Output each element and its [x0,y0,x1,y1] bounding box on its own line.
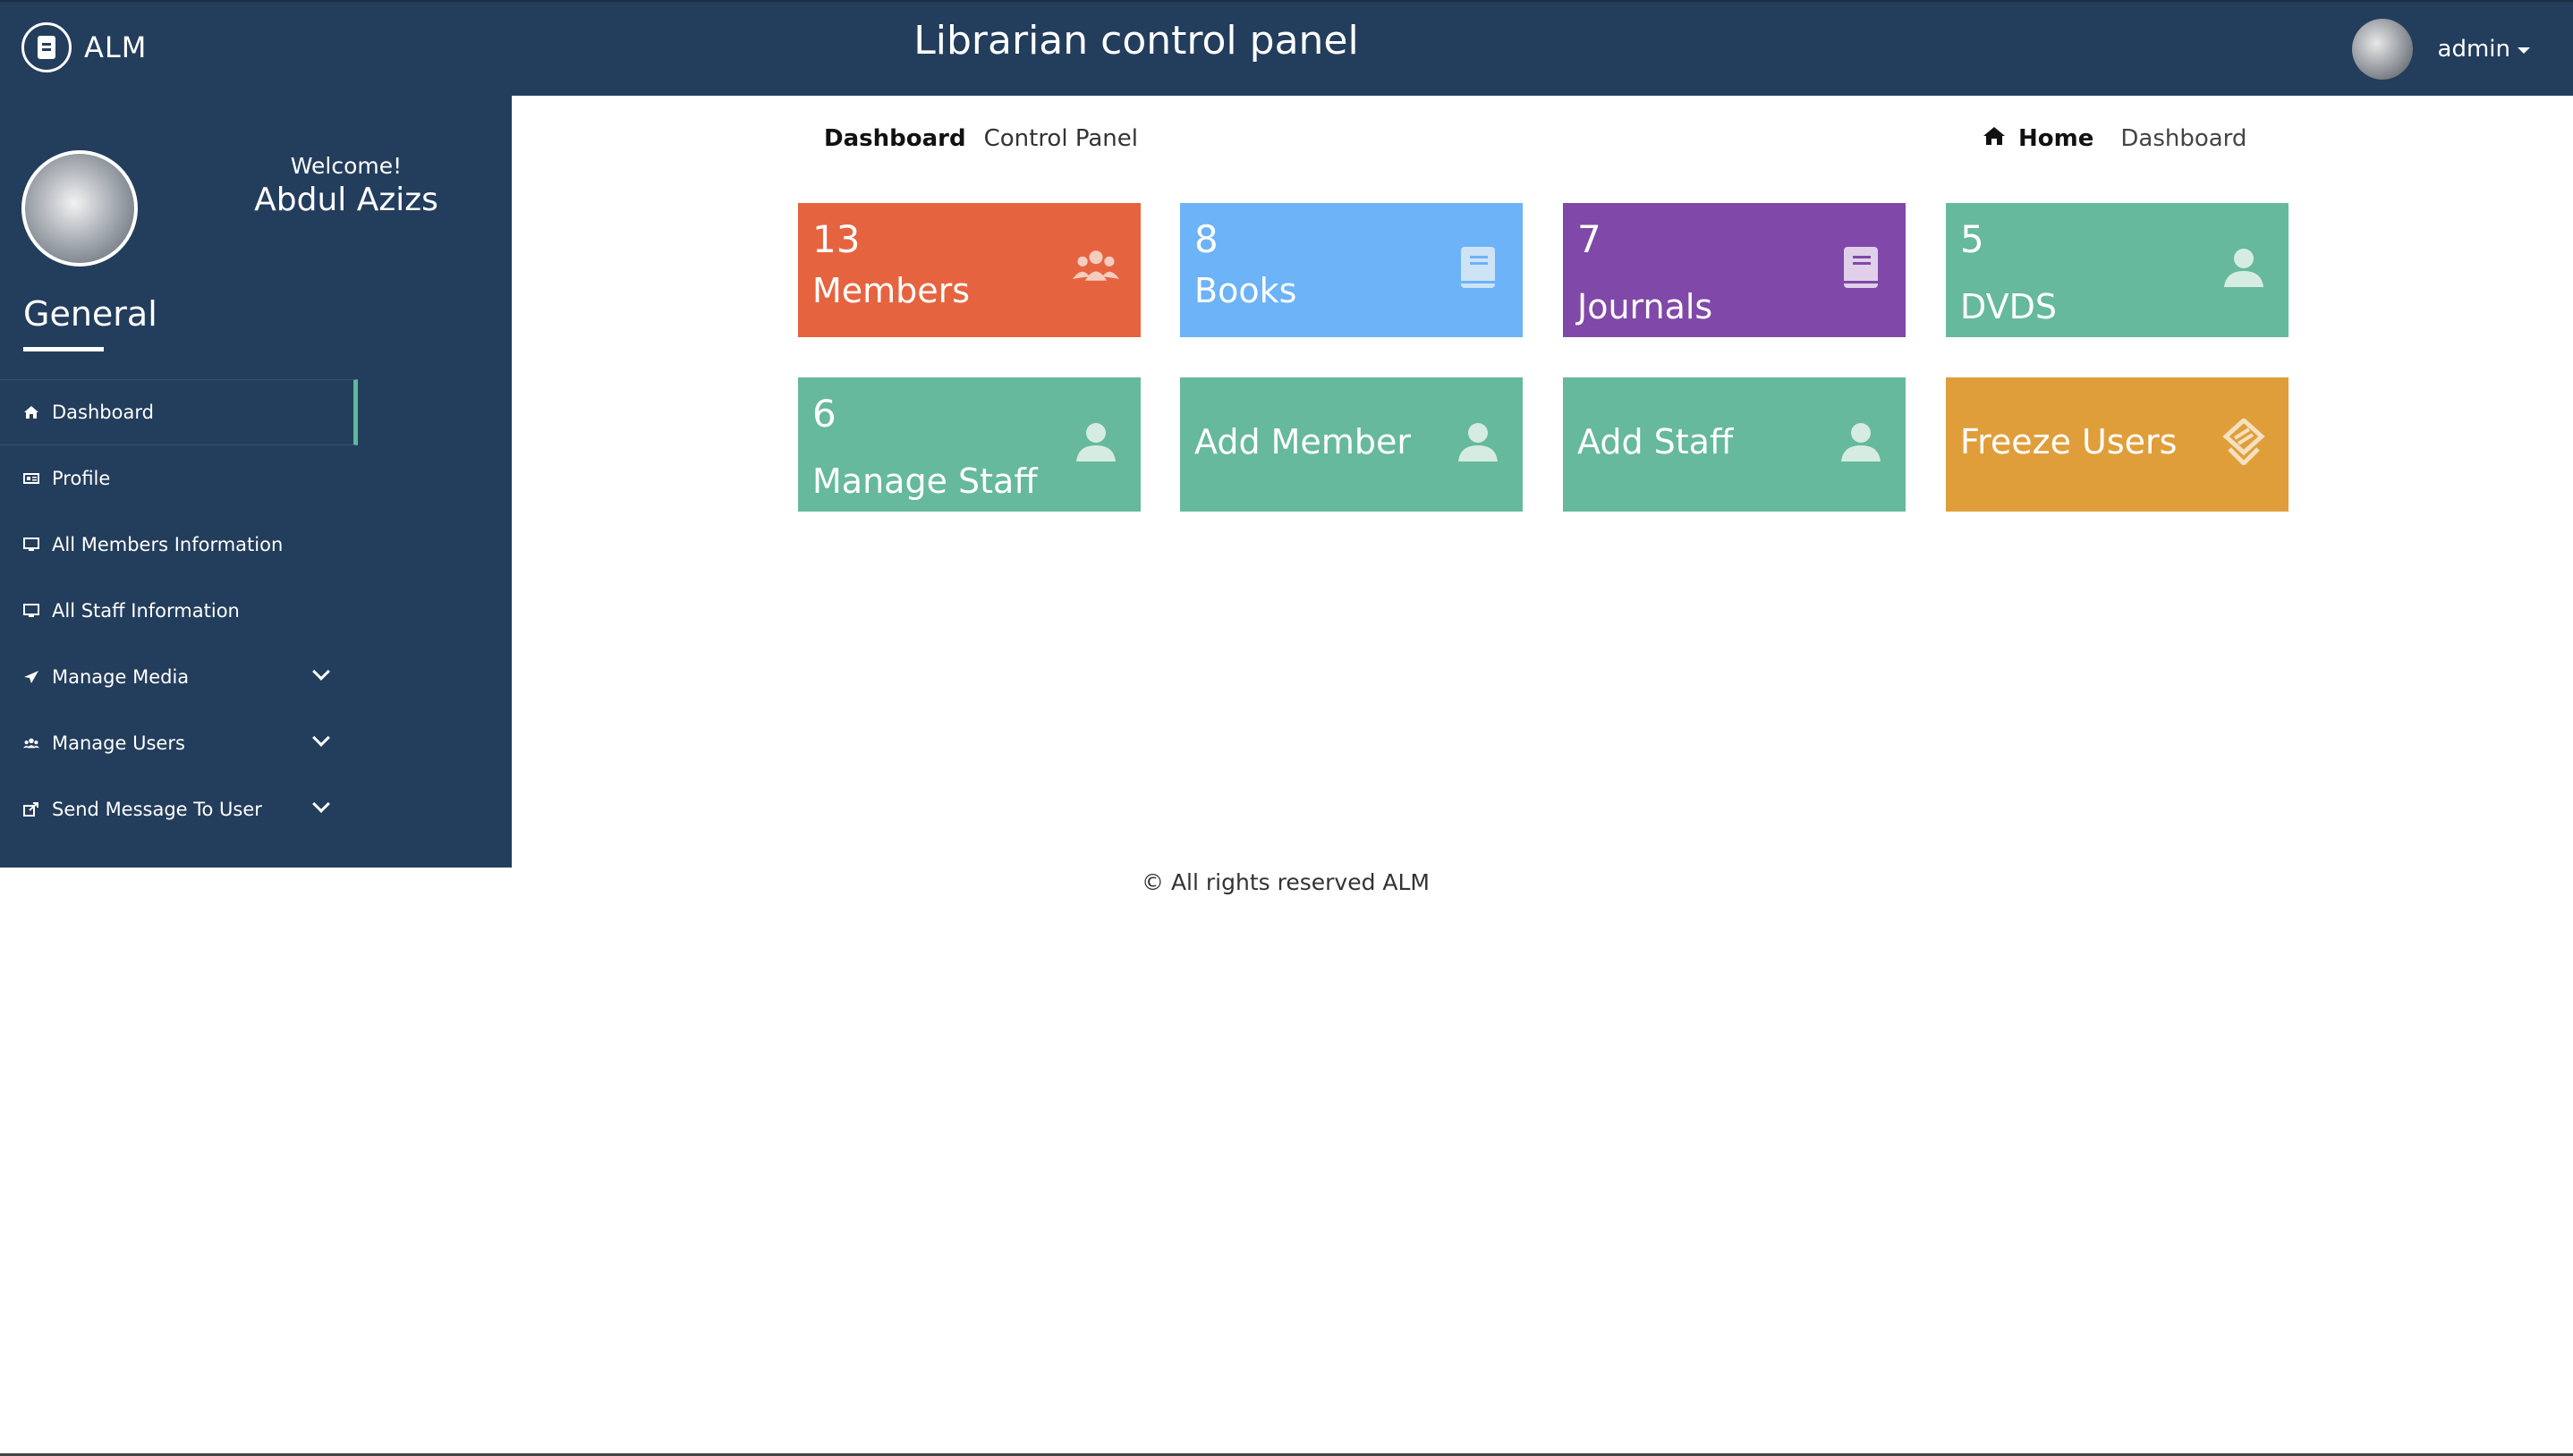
sidebar-item-label: All Members Information [52,534,284,555]
brand-name: ALM [84,30,148,64]
tile-add-member[interactable]: Add Member [1180,377,1523,512]
layers-icon [2219,417,2269,467]
tile-count: 8 [1194,217,1219,261]
tile-add-staff[interactable]: Add Staff [1563,377,1906,512]
sidebar-item-manage-media[interactable]: Manage Media [0,644,512,710]
user-icon [1836,417,1886,467]
chevron-down-icon[interactable] [312,795,330,813]
tile-members[interactable]: 13 Members [798,203,1141,337]
home-icon [1983,125,2006,152]
sidebar-menu: Dashboard Profile All Members Informatio… [0,379,512,842]
monitor-icon [23,604,39,617]
home-icon [23,406,39,419]
tile-label: DVDS [1960,287,2057,326]
tile-dvds[interactable]: 5 DVDS [1946,203,2289,337]
users-icon [23,737,39,749]
welcome-text: Welcome! [290,153,403,179]
users-group-icon [1071,241,1121,291]
user-icon [1071,417,1121,467]
user-icon [1453,417,1503,467]
tile-count: 13 [812,217,861,261]
breadcrumb-current: Dashboard [2120,125,2247,152]
book-icon [21,22,72,72]
profile-avatar [21,150,138,267]
sidebar-item-label: Manage Media [52,666,190,688]
sidebar-item-label: Profile [52,468,111,489]
chevron-down-icon[interactable] [312,663,330,681]
tile-label: Add Member [1194,422,1411,461]
tile-label: Books [1194,271,1297,310]
section-title: General [23,294,157,334]
tile-count: 7 [1577,217,1601,261]
avatar [2351,19,2413,80]
tile-label: Manage Staff [812,461,1038,501]
sidebar-item-label: All Staff Information [52,600,240,622]
user-name: admin [2437,36,2510,63]
tile-label: Members [812,271,971,310]
profile-name: Abdul Azizs [254,182,438,218]
top-navbar: ALM Librarian control panel admin [0,0,2573,96]
tile-label: Add Staff [1577,422,1734,461]
content-title: Dashboard [824,125,966,152]
content-subtitle: Control Panel [983,125,1138,152]
book-icon [1453,242,1503,292]
monitor-icon [23,538,39,551]
tile-journals[interactable]: 7 Journals [1563,203,1906,337]
content-header: Dashboard Control Panel [824,125,1138,152]
sidebar-item-all-staff[interactable]: All Staff Information [0,578,512,644]
tile-label: Journals [1577,287,1713,326]
sidebar-item-label: Manage Users [52,732,185,754]
caret-down-icon [2518,47,2530,54]
sidebar-item-manage-users[interactable]: Manage Users [0,710,512,776]
user-menu[interactable]: admin [2351,18,2530,80]
sidebar-item-all-members[interactable]: All Members Information [0,512,512,578]
share-icon [23,802,39,817]
sidebar-item-send-message[interactable]: Send Message To User [0,776,512,842]
tile-count: 5 [1960,217,1984,261]
breadcrumb-home-link[interactable]: Home [2018,125,2093,152]
section-underline [23,347,104,351]
sidebar: Welcome! Abdul Azizs General Dashboard P… [0,96,512,868]
chevron-down-icon[interactable] [312,729,330,747]
breadcrumb: Home Dashboard [1983,125,2246,152]
paper-plane-icon [23,671,39,683]
book-icon [1836,242,1886,292]
tile-manage-staff[interactable]: 6 Manage Staff [798,377,1141,512]
page-title: Librarian control panel [913,18,1359,63]
brand-link[interactable]: ALM [21,21,147,73]
sidebar-item-label: Send Message To User [52,799,262,820]
sidebar-item-profile[interactable]: Profile [0,445,512,512]
tile-books[interactable]: 8 Books [1180,203,1523,337]
tile-label: Freeze Users [1960,422,2178,461]
sidebar-item-label: Dashboard [52,402,154,423]
tile-count: 6 [812,392,836,436]
sidebar-item-dashboard[interactable]: Dashboard [0,379,358,445]
id-card-icon [23,472,39,485]
user-icon [2219,242,2269,292]
tile-freeze-users[interactable]: Freeze Users [1946,377,2289,512]
footer-text: © All rights reserved ALM [1142,869,1430,895]
